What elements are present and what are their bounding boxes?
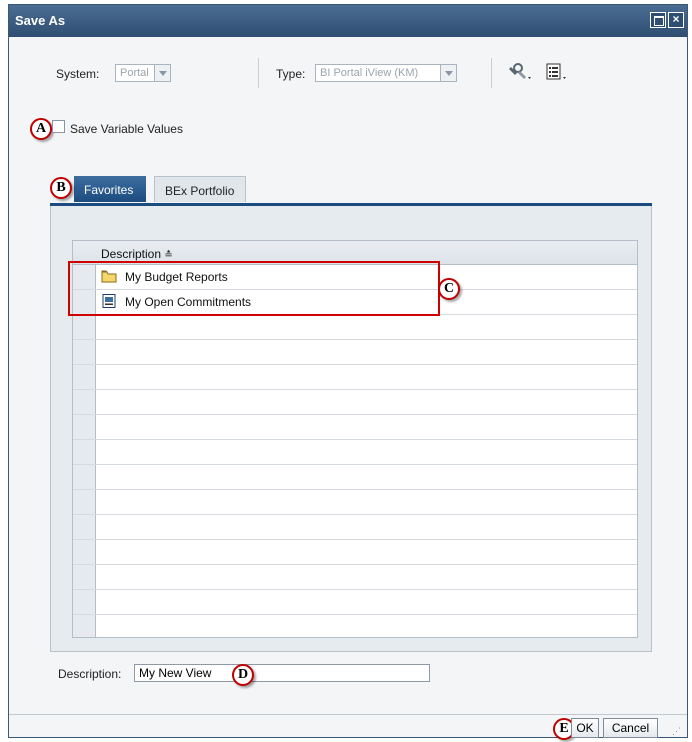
dialog-title: Save As [15, 13, 66, 28]
row-selector[interactable] [73, 415, 96, 439]
row-selector[interactable] [73, 340, 96, 364]
resize-grip-icon[interactable]: ⋰ [672, 726, 684, 736]
ok-button[interactable]: OK [571, 718, 599, 738]
description-input[interactable] [134, 664, 430, 682]
system-select[interactable]: Portal [115, 64, 171, 82]
sort-ascending-icon[interactable]: ≛ [164, 250, 172, 261]
toolbar-divider [258, 58, 259, 88]
table-row-empty [73, 315, 637, 340]
row-selector[interactable] [73, 590, 96, 614]
toolbar-divider [491, 58, 492, 88]
row-selector[interactable] [73, 515, 96, 539]
table-row-empty [73, 565, 637, 590]
tab-strip: Favorites BEx Portfolio [50, 176, 652, 206]
row-selector[interactable] [73, 540, 96, 564]
table-row-empty [73, 340, 637, 365]
row-selector[interactable] [73, 565, 96, 589]
title-bar: Save As × [9, 5, 687, 37]
row-selector[interactable] [73, 490, 96, 514]
row-selector[interactable] [73, 365, 96, 389]
callout-a: A [30, 118, 52, 140]
table-row-empty [73, 365, 637, 390]
row-selector[interactable] [73, 315, 96, 339]
callout-d: D [232, 664, 254, 686]
table-row-empty [73, 490, 637, 515]
callout-b: B [50, 177, 72, 199]
column-header-description[interactable]: Description ≛ [101, 247, 173, 261]
callout-c: C [438, 278, 460, 300]
table-row-empty [73, 415, 637, 440]
maximize-icon[interactable] [650, 12, 666, 28]
row-selector[interactable] [73, 390, 96, 414]
table-row-empty [73, 390, 637, 415]
table-row-empty [73, 515, 637, 540]
type-select[interactable]: BI Portal iView (KM) [315, 64, 457, 82]
type-label: Type: [276, 67, 306, 81]
wrench-key-icon[interactable] [508, 63, 534, 84]
system-label: System: [56, 67, 100, 81]
chevron-down-icon[interactable] [154, 65, 170, 81]
tab-favorites[interactable]: Favorites [74, 176, 146, 202]
favorites-highlight-box [68, 261, 440, 316]
tab-bex-portfolio-label: BEx Portfolio [165, 184, 235, 198]
list-view-icon[interactable] [546, 63, 572, 84]
column-header-label: Description [101, 247, 162, 261]
description-label: Description: [58, 667, 122, 681]
save-variables-label: Save Variable Values [70, 122, 183, 136]
row-selector[interactable] [73, 615, 96, 637]
table-row-empty [73, 590, 637, 615]
system-select-value: Portal [120, 67, 149, 79]
chevron-down-icon[interactable] [440, 65, 456, 81]
table-row-empty [73, 465, 637, 490]
table-row-empty [73, 540, 637, 565]
footer-divider [9, 714, 687, 715]
tab-bex-portfolio[interactable]: BEx Portfolio [154, 176, 246, 202]
tab-favorites-label: Favorites [84, 183, 134, 197]
table-row-empty [73, 615, 637, 637]
row-selector[interactable] [73, 440, 96, 464]
table-row-empty [73, 440, 637, 465]
row-selector[interactable] [73, 465, 96, 489]
type-select-value: BI Portal iView (KM) [320, 67, 419, 79]
close-icon[interactable]: × [668, 12, 684, 28]
save-variables-checkbox[interactable] [52, 120, 65, 133]
cancel-button[interactable]: Cancel [603, 718, 658, 738]
